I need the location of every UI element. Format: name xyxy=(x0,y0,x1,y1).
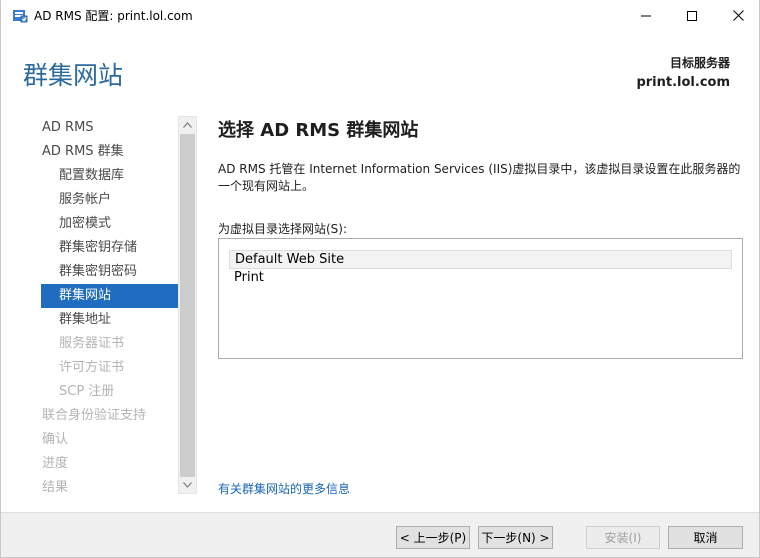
website-option-print[interactable]: Print xyxy=(229,269,732,288)
nav-item: 许可方证书 xyxy=(59,360,125,375)
nav-item: 服务器证书 xyxy=(59,336,125,351)
nav-item: 确认 xyxy=(42,432,69,447)
ad-rms-config-window: AD RMS 配置: print.lol.com 群集网站 目标服务器 prin… xyxy=(0,0,760,558)
nav-item[interactable]: 群集网站 xyxy=(41,284,178,308)
navigation-scrollbar[interactable] xyxy=(178,116,197,494)
nav-item[interactable]: 加密模式 xyxy=(41,212,178,236)
target-server: 目标服务器 print.lol.com xyxy=(636,54,730,92)
page-title: 群集网站 xyxy=(23,61,124,90)
more-info-link[interactable]: 有关群集网站的更多信息 xyxy=(218,480,350,497)
description-text: AD RMS 托管在 Internet Information Services… xyxy=(218,162,741,193)
wizard-footer: < 上一步(P) 下一步(N) > 安装(I) 取消 xyxy=(1,512,759,557)
scroll-down-icon[interactable] xyxy=(179,477,196,493)
window-title: AD RMS 配置: print.lol.com xyxy=(34,9,193,23)
server-manager-icon xyxy=(12,7,28,23)
cancel-button[interactable]: 取消 xyxy=(668,526,743,549)
nav-item: 进度 xyxy=(42,456,69,471)
nav-item: 联合身份验证支持 xyxy=(42,408,147,423)
target-server-value: print.lol.com xyxy=(636,75,730,90)
website-option-default[interactable]: Default Web Site xyxy=(229,250,732,269)
close-icon xyxy=(732,6,744,25)
nav-item[interactable]: 群集密钥存储 xyxy=(41,236,178,260)
install-button: 安装(I) xyxy=(586,526,660,549)
wizard-navigation: AD RMS AD RMS 群集 配置数据库 服务帐户 加密模式 群集密钥存储 群集密钥密码… xyxy=(41,116,178,494)
website-list-label: 为虚拟目录选择网站(S): xyxy=(218,222,348,236)
nav-item[interactable]: 群集地址 xyxy=(41,308,178,332)
nav-item: 结果 xyxy=(42,480,69,494)
section-heading: 选择 AD RMS 群集网站 xyxy=(218,120,419,141)
minimize-icon xyxy=(641,6,651,25)
next-button[interactable]: 下一步(N) > xyxy=(478,526,553,549)
nav-item[interactable]: AD RMS 群集 xyxy=(41,140,178,164)
target-server-label: 目标服务器 xyxy=(669,56,730,70)
nav-item[interactable]: AD RMS xyxy=(41,116,178,140)
minimize-button[interactable] xyxy=(623,0,669,30)
nav-item[interactable]: 配置数据库 xyxy=(41,164,178,188)
title-bar: AD RMS 配置: print.lol.com xyxy=(1,0,759,30)
website-listbox[interactable]: Default Web Site Print xyxy=(218,238,743,359)
maximize-button[interactable] xyxy=(669,0,715,30)
nav-item[interactable]: 服务帐户 xyxy=(41,188,178,212)
nav-item[interactable]: 群集密钥密码 xyxy=(41,260,178,284)
scroll-up-icon[interactable] xyxy=(179,117,196,133)
close-button[interactable] xyxy=(715,0,760,30)
maximize-icon xyxy=(687,6,697,25)
previous-button[interactable]: < 上一步(P) xyxy=(396,526,470,549)
nav-item: SCP 注册 xyxy=(59,384,115,399)
scrollbar-thumb[interactable] xyxy=(180,134,195,477)
